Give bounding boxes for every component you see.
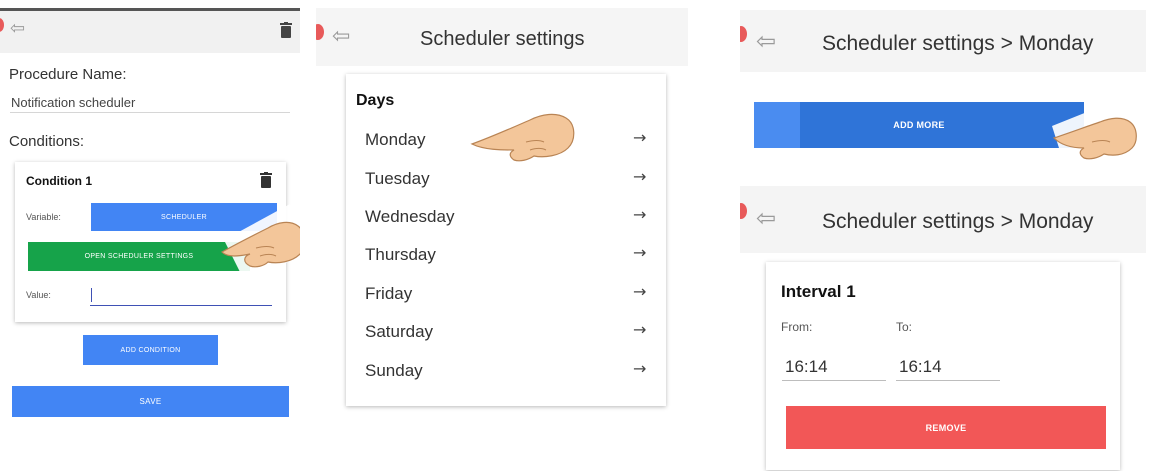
day-row-friday[interactable]: Friday → <box>346 278 666 310</box>
procedure-editor-screen: ⇦ Procedure Name: Notification scheduler… <box>0 8 300 471</box>
procedure-name-input[interactable]: Notification scheduler <box>11 95 135 110</box>
condition-title: Condition 1 <box>26 174 92 188</box>
trash-icon[interactable] <box>260 172 272 188</box>
day-label: Friday <box>365 284 413 303</box>
right-arrow-icon: → <box>633 320 647 339</box>
from-time-input[interactable]: 16:14 <box>785 357 828 377</box>
page-title: Scheduler settings <box>420 28 585 50</box>
right-arrow-icon: → <box>633 359 647 378</box>
value-label: Value: <box>26 290 51 300</box>
from-label: From: <box>781 320 813 334</box>
back-arrow-icon[interactable]: ⇦ <box>756 27 776 55</box>
pointing-hand-icon <box>470 102 586 176</box>
monday-interval-screen: ⇦ Scheduler settings > Monday Interval 1… <box>740 186 1146 471</box>
back-arrow-icon[interactable]: ⇦ <box>756 204 776 232</box>
add-more-label: ADD MORE <box>893 120 945 130</box>
day-label: Wednesday <box>365 207 455 226</box>
right-arrow-icon: → <box>633 282 647 301</box>
trash-icon[interactable] <box>280 22 292 38</box>
day-row-saturday[interactable]: Saturday → <box>346 316 666 348</box>
day-row-thursday[interactable]: Thursday → <box>346 239 666 271</box>
scheduler-settings-screen: ⇦ Scheduler settings Days Monday → Tuesd… <box>316 8 688 428</box>
procedure-name-underline <box>10 112 290 113</box>
pointing-hand-icon <box>221 204 300 276</box>
to-underline <box>896 380 1000 381</box>
remove-interval-button[interactable]: REMOVE <box>786 406 1106 449</box>
right-arrow-icon: → <box>633 167 647 186</box>
save-button[interactable]: SAVE <box>12 386 289 417</box>
interval-title: Interval 1 <box>781 282 856 301</box>
add-condition-button[interactable]: ADD CONDITION <box>83 335 218 365</box>
day-row-sunday[interactable]: Sunday → <box>346 355 666 387</box>
day-label: Monday <box>365 130 426 149</box>
day-label: Thursday <box>365 245 436 264</box>
add-more-button[interactable]: ADD MORE <box>754 102 1084 148</box>
right-arrow-icon: → <box>633 128 647 147</box>
conditions-label: Conditions: <box>9 133 85 150</box>
button-ripple <box>754 102 800 148</box>
text-caret <box>91 288 92 302</box>
procedure-name-label: Procedure Name: <box>9 66 127 83</box>
day-label: Tuesday <box>365 169 430 188</box>
back-arrow-icon[interactable]: ⇦ <box>332 24 350 49</box>
right-arrow-icon: → <box>633 243 647 262</box>
variable-label: Variable: <box>26 212 61 222</box>
day-label: Sunday <box>365 361 423 380</box>
to-label: To: <box>896 320 913 334</box>
day-label: Saturday <box>365 322 434 341</box>
back-arrow-icon[interactable]: ⇦ <box>10 18 25 39</box>
from-underline <box>782 380 886 381</box>
monday-settings-screen: ⇦ Scheduler settings > Monday ADD MORE <box>740 10 1146 180</box>
app-bar <box>0 11 300 53</box>
value-input[interactable] <box>90 286 272 306</box>
page-title: Scheduler settings > Monday <box>822 32 1094 55</box>
pointing-hand-icon <box>1052 94 1146 170</box>
to-time-input[interactable]: 16:14 <box>899 357 942 377</box>
days-heading: Days <box>356 92 395 109</box>
interval-card: Interval 1 From: To: 16:14 16:14 REMOVE <box>766 262 1120 470</box>
day-row-wednesday[interactable]: Wednesday → <box>346 201 666 233</box>
page-title: Scheduler settings > Monday <box>822 210 1094 233</box>
right-arrow-icon: → <box>633 205 647 224</box>
